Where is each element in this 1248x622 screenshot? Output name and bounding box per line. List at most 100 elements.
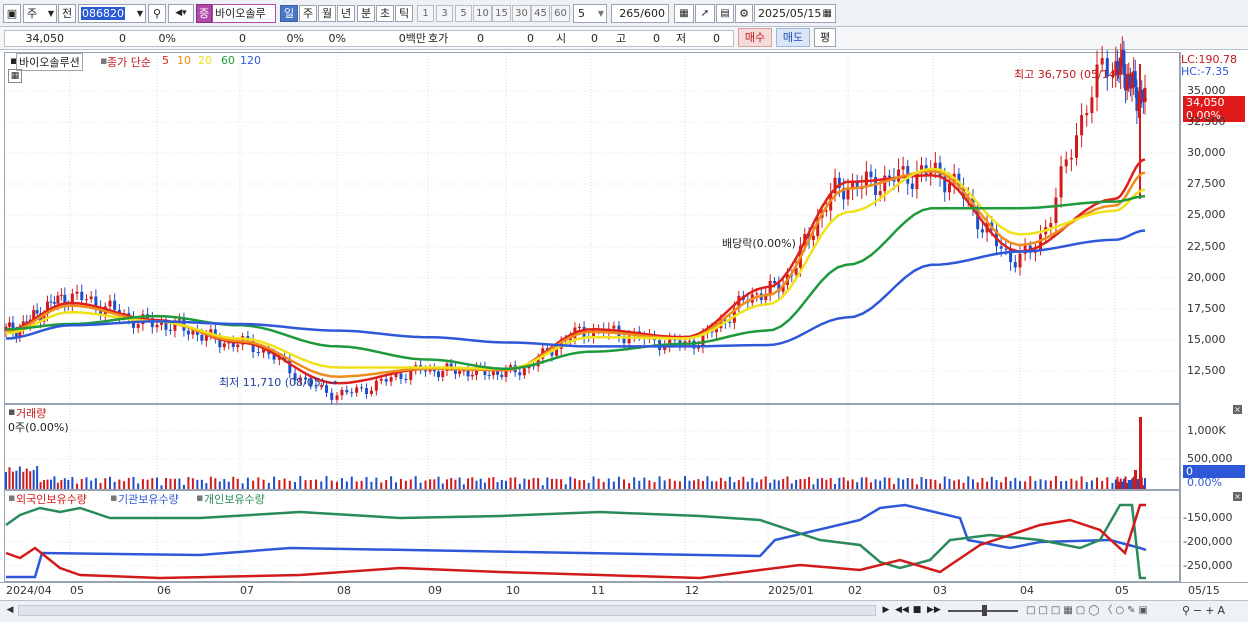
calculator-icon[interactable]: ▦ [8, 69, 22, 83]
interval-button-2[interactable]: 5 [455, 5, 472, 22]
close-icon[interactable]: × [1233, 492, 1242, 501]
holder-legend-1: 기관보유수량 [118, 493, 179, 506]
stock-name-box[interactable]: 바이오솔루션 [16, 53, 83, 71]
x-axis-label: 09 [428, 584, 442, 597]
low-note: 최저 11,710 (08/05) → [219, 374, 338, 390]
holder-legend-0: 외국인보유수량 [16, 493, 87, 506]
period-tab-2[interactable]: 월 [318, 5, 336, 22]
x-axis-label: 05 [1115, 584, 1129, 597]
buy-button[interactable]: 매수 [738, 28, 772, 47]
x-axis-label: 2024/04 [6, 584, 52, 597]
price-panel[interactable] [4, 52, 1180, 404]
current-price-tag: 34,050 [1183, 96, 1245, 109]
holder-panel[interactable] [4, 490, 1180, 582]
interval-button-6[interactable]: 45 [531, 5, 550, 22]
count-max: /600 [640, 7, 665, 20]
interval-button-5[interactable]: 30 [512, 5, 531, 22]
speaker-icon[interactable]: ◀▾ [168, 4, 194, 23]
volume-tick-label: 1,000K [1187, 424, 1226, 437]
period-tab-3[interactable]: 년 [337, 5, 355, 22]
holder-legend-2: 개인보유수량 [204, 493, 265, 506]
calendar-icon[interactable]: ▦ [823, 5, 832, 22]
interval-button-1[interactable]: 3 [436, 5, 453, 22]
market-select-value: 주 [27, 7, 38, 20]
stock-name-field[interactable]: 바이오솔루 [212, 4, 276, 23]
play-icon[interactable]: ▶ [880, 604, 892, 617]
low-label: 저 [676, 32, 687, 45]
hoga-value-1: 0 [477, 32, 484, 45]
high-label: 고 [616, 32, 627, 45]
price-tick-label: 35,000 [1187, 84, 1226, 97]
stop-icon[interactable]: ■ [911, 604, 923, 617]
volume-pct-tag: 0.00% [1187, 476, 1222, 489]
holder-tick-label: -200,000 [1183, 535, 1233, 548]
toolbar: ▣ 주 ▼ 전 086820 ▼ ⚲ ◀▾ 증 바이오솔루 5 ▼ 265/600 ▦… [0, 0, 1248, 27]
grade-badge: 증 [196, 4, 212, 23]
prev-button[interactable]: 전 [58, 4, 76, 23]
period-tab-0[interactable]: 일 [280, 5, 298, 22]
price-tick-label: 30,000 [1187, 146, 1226, 159]
legend-dot-icon: ▪ [110, 491, 118, 504]
hoga-label: 호가 [428, 32, 449, 45]
date-field[interactable]: 2025/05/15 ▦ [754, 4, 836, 23]
interval-button-3[interactable]: 10 [473, 5, 492, 22]
period-tab-1[interactable]: 주 [299, 5, 317, 22]
close-icon[interactable]: × [1233, 405, 1242, 414]
x-axis-label: 02 [848, 584, 862, 597]
chart-shape-tools[interactable]: □□□▦▢◯〈○✎▣ [1026, 604, 1176, 617]
scroll-left-icon[interactable]: ◀ [4, 604, 16, 617]
chevron-down-icon: ▼ [47, 9, 54, 18]
hc-value: HC:-7.35 [1181, 65, 1230, 78]
x-axis-label: 08 [337, 584, 351, 597]
x-axis-label: 2025/01 [768, 584, 814, 597]
interval-select[interactable]: 5 ▼ [573, 4, 607, 23]
holder-tick-label: -150,000 [1183, 511, 1233, 524]
chart-tools-icon[interactable]: ▦ [674, 4, 694, 23]
x-axis-label: 10 [506, 584, 520, 597]
market-select[interactable]: 주 ▼ [23, 4, 57, 23]
ma-legend-2: 20 [198, 54, 212, 67]
search-icon[interactable]: ⚲ [148, 4, 166, 23]
display-icon[interactable]: ▤ [716, 4, 734, 23]
price-tick-label: 12,500 [1187, 364, 1226, 377]
volume-tick-label: 500,000 [1187, 452, 1233, 465]
interval-button-7[interactable]: 60 [551, 5, 570, 22]
change-percent: 0% [158, 32, 176, 45]
low-value: 0 [713, 32, 720, 45]
legend-prefix: 종가 단순 [107, 56, 151, 69]
horizontal-scrollbar[interactable] [18, 605, 876, 616]
sell-button[interactable]: 매도 [776, 28, 810, 47]
interval-button-4[interactable]: 15 [492, 5, 511, 22]
x-axis [0, 582, 1248, 601]
panel-dot-icon: ▪ [8, 405, 16, 418]
count-value: 265 [619, 7, 641, 20]
stock-code-input[interactable]: 086820 ▼ [78, 4, 146, 23]
average-button[interactable]: 평 [814, 28, 836, 47]
trend-icon[interactable]: ➚ [695, 4, 715, 23]
price-tick-label: 17,500 [1187, 302, 1226, 315]
count-field[interactable]: 265/600 [611, 4, 669, 23]
rewind-icon[interactable]: ◀◀ [895, 604, 909, 617]
x-axis-label: 12 [685, 584, 699, 597]
volume-panel[interactable] [4, 404, 1180, 490]
forward-icon[interactable]: ▶▶ [927, 604, 941, 617]
ma-legend-4: 120 [240, 54, 261, 67]
period-tab-5[interactable]: 초 [376, 5, 394, 22]
x-axis-label: 05/15 [1188, 584, 1220, 597]
arrow-right-icon: → [1123, 68, 1133, 81]
volume-percent-2: 0% [328, 32, 346, 45]
interval-button-0[interactable]: 1 [417, 5, 434, 22]
ma-legend-3: 60 [221, 54, 235, 67]
date-value: 2025/05/15 [758, 7, 822, 20]
window-menu-icon[interactable]: ▣ [3, 4, 21, 23]
period-tab-4[interactable]: 분 [357, 5, 375, 22]
hoga-value-2: 0 [527, 32, 534, 45]
zoom-slider-handle[interactable] [982, 605, 987, 616]
price-tick-label: 27,500 [1187, 177, 1226, 190]
open-value: 0 [591, 32, 598, 45]
chevron-down-icon: ▼ [136, 9, 143, 18]
gear-icon[interactable]: ⚙ [735, 4, 753, 23]
period-tab-6[interactable]: 틱 [395, 5, 413, 22]
ma-legend-0: 5 [162, 54, 169, 67]
zoom-controls[interactable]: ⚲−+A [1182, 604, 1248, 617]
